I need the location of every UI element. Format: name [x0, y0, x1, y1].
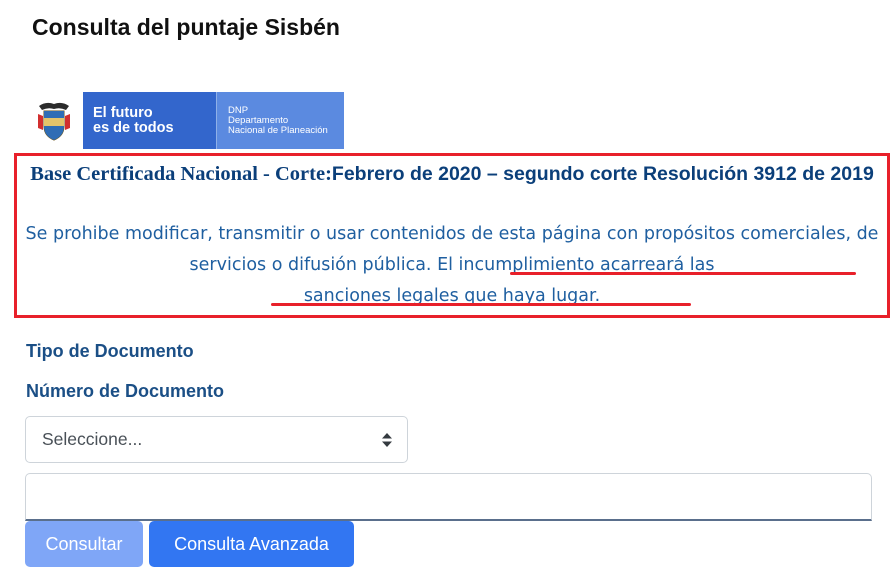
- notice-heading-corte: Febrero de 2020 – segundo corte Resoluci…: [331, 163, 874, 185]
- logo-org-line1: Departamento: [228, 114, 289, 126]
- select-updown-icon: [382, 433, 392, 447]
- document-type-label: Tipo de Documento: [26, 341, 194, 361]
- notice-heading-base: Base Certificada Nacional - Corte:: [30, 163, 332, 185]
- consultar-button[interactable]: Consultar: [25, 521, 143, 567]
- page-title: Consulta del puntaje Sisbén: [32, 14, 340, 40]
- legal-notice-box: Base Certificada Nacional - Corte:Febrer…: [14, 153, 890, 318]
- gov-logo-banner: El futuro es de todos DNP Departamento N…: [25, 92, 344, 149]
- document-type-select[interactable]: Seleccione...: [25, 416, 408, 463]
- red-underline-mark: [271, 303, 691, 306]
- red-underline-mark: [510, 272, 856, 275]
- document-number-label: Número de Documento: [26, 381, 225, 401]
- logo-slogan-line1: El futuro: [93, 104, 153, 121]
- logo-org-name: DNP Departamento Nacional de Planeación: [217, 92, 344, 149]
- consulta-avanzada-button[interactable]: Consulta Avanzada: [149, 521, 354, 567]
- document-number-input[interactable]: [25, 473, 872, 521]
- notice-heading: Base Certificada Nacional - Corte:Febrer…: [17, 158, 887, 191]
- document-type-selected-value: Seleccione...: [42, 429, 143, 449]
- notice-body: Se prohibe modificar, transmitir o usar …: [17, 219, 887, 312]
- logo-slogan-line2: es de todos: [93, 119, 174, 136]
- logo-org-acronym: DNP: [228, 104, 249, 116]
- logo-slogan: El futuro es de todos: [83, 92, 217, 149]
- colombia-coat-of-arms-icon: [25, 92, 83, 149]
- logo-org-line2: Nacional de Planeación: [228, 124, 328, 136]
